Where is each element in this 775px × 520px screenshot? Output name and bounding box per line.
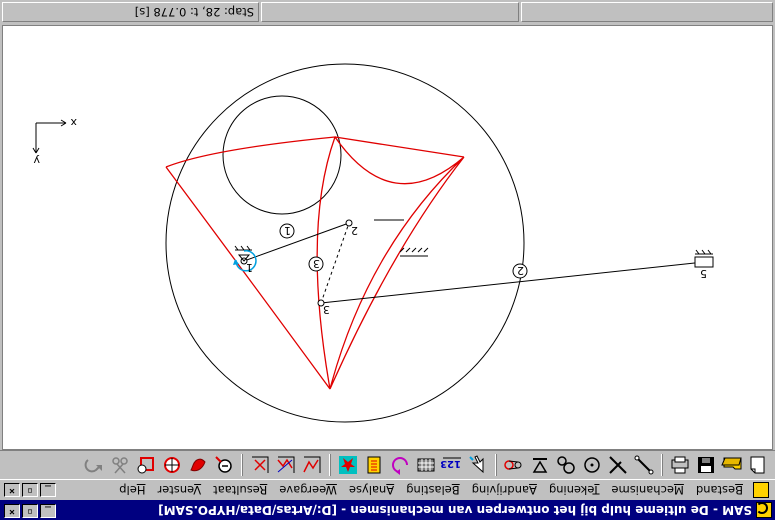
toolbar: 123 [0,450,775,480]
pan-icon[interactable] [187,454,209,476]
menu-venster[interactable]: Venster [151,483,207,497]
print-icon[interactable] [669,454,691,476]
menu-bestand[interactable]: Bestand [690,483,749,497]
doc-restore-button[interactable]: ▫ [22,483,38,497]
title-bar: SAM - De ultieme hulp bij het ontwerpen … [0,500,775,520]
node-label-1: 1 [246,261,253,274]
axis-y-label: y [33,154,40,167]
node-label-5: 5 [700,267,707,280]
toolbar-separator [241,454,243,476]
zoom-target-icon[interactable] [161,454,183,476]
menu-belasting[interactable]: Belasting [400,483,466,497]
menu-help[interactable]: Help [113,483,151,497]
slider-hatch [695,249,713,255]
undo-icon[interactable] [83,454,105,476]
status-panel-step: Stap: 28, t: 0.778 [s] [2,2,259,22]
element-number-1-text: 1 [284,224,291,237]
grid-icon[interactable] [415,454,437,476]
doc-minimize-button[interactable]: _ [40,483,56,497]
status-bar: Stap: 28, t: 0.778 [s] [0,0,775,24]
gear-pair-icon[interactable] [555,454,577,476]
load-icon[interactable] [363,454,385,476]
menu-resultaat[interactable]: Resultaat [207,483,273,497]
bar-element-icon[interactable] [633,454,655,476]
ground-hatch-right [399,247,429,257]
link-bar-1 [243,222,350,262]
toolbar-separator [661,454,663,476]
rolling-circle [222,95,342,215]
fixed-ring-circle [165,63,525,423]
doc-close-button[interactable]: × [4,483,20,497]
link-dashed [320,222,350,304]
belt-icon[interactable] [503,454,525,476]
close-button[interactable]: × [4,504,20,518]
graph-xy-icon[interactable] [275,454,297,476]
node-label-3: 3 [323,303,330,316]
slider-element-icon[interactable] [607,454,629,476]
status-panel-1 [521,2,773,22]
svg-text:123: 123 [441,458,461,469]
drawing-canvas[interactable]: 1 2 3 5 1 2 3 x y [2,25,773,450]
scissors-icon[interactable] [109,454,131,476]
coordinate-axes [32,119,67,154]
zoom-window-icon[interactable] [135,454,157,476]
element-number-3-text: 3 [313,257,320,270]
slider-block[interactable] [694,256,714,268]
drive-arrow-head [233,259,239,265]
menu-bar: Bestand Mechanisme Tekening Aandrijving … [0,480,775,500]
element-number-2-text: 2 [517,264,524,277]
save-disk-icon[interactable] [695,454,717,476]
rotate-drive-icon[interactable] [389,454,411,476]
menu-analyse[interactable]: Analyse [343,483,400,497]
menu-mechanisme[interactable]: Mechanisme [605,483,689,497]
restore-button[interactable]: ▫ [22,504,38,518]
star-icon[interactable] [337,454,359,476]
window-title: SAM - De ultieme hulp bij het ontwerpen … [158,503,752,517]
graph-x-icon[interactable] [301,454,323,476]
open-folder-icon[interactable] [721,454,743,476]
hinge-element-icon[interactable] [581,454,603,476]
node-label-2: 2 [351,224,358,237]
new-document-icon[interactable] [747,454,769,476]
sam-app-icon[interactable] [756,502,772,518]
toolbar-separator [329,454,331,476]
menu-aandrijving[interactable]: Aandrijving [466,483,543,497]
numbering-icon[interactable]: 123 [441,454,463,476]
document-icon[interactable] [753,482,769,498]
minimize-button[interactable]: _ [40,504,56,518]
menu-tekening[interactable]: Tekening [543,483,606,497]
support-icon[interactable] [529,454,551,476]
menu-weergave[interactable]: Weergave [273,483,343,497]
axis-x-label: x [70,116,77,129]
zoom-out-icon[interactable] [213,454,235,476]
status-panel-2 [261,2,519,22]
toolbar-separator [495,454,497,476]
mechanism-drawing: 1 2 3 5 1 2 3 x y [32,63,714,423]
select-pointer-icon[interactable] [467,454,489,476]
graph-cross-icon[interactable] [249,454,271,476]
